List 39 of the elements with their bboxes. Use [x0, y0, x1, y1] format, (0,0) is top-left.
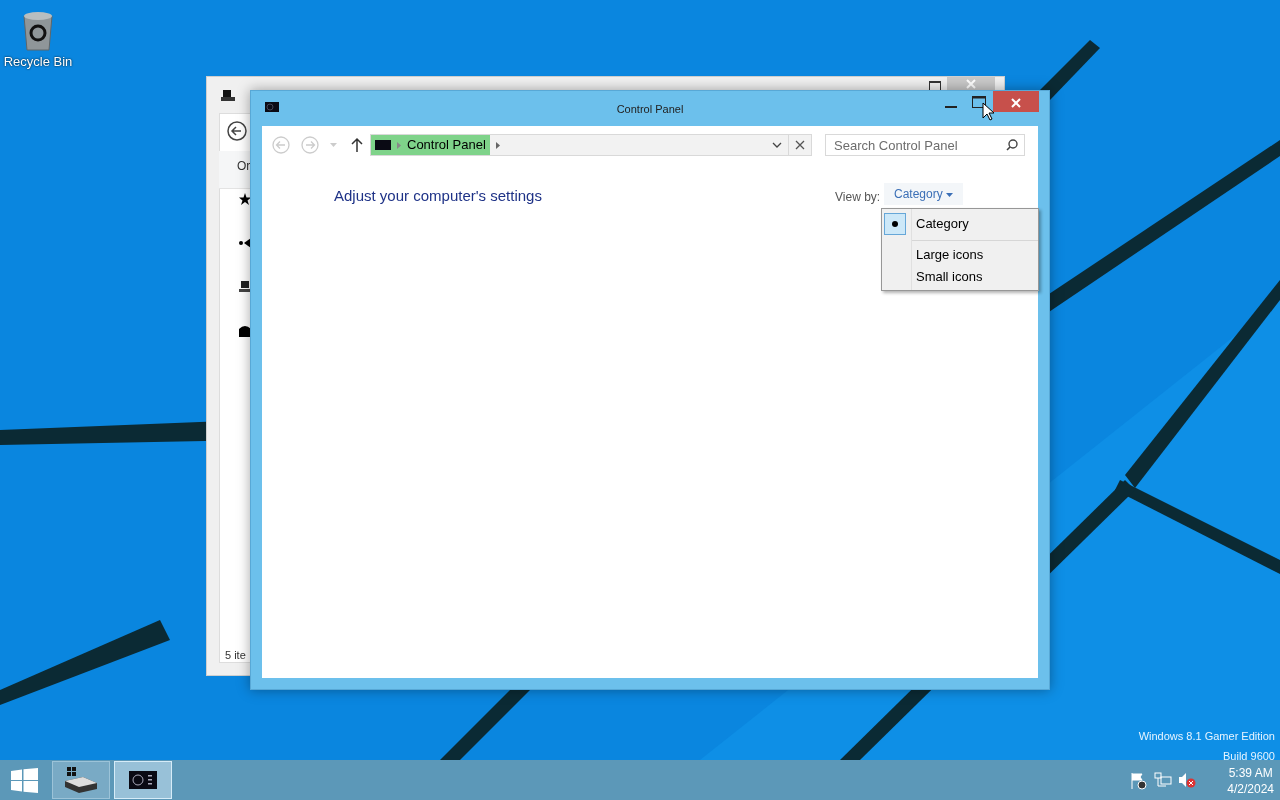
menu-item[interactable]: Large icons: [882, 244, 1038, 266]
search-field[interactable]: Search Control Panel: [825, 134, 1025, 156]
computer-icon: [221, 89, 237, 103]
address-bar[interactable]: Control Panel: [370, 134, 812, 156]
chevron-icon: [397, 141, 401, 149]
organize-menu[interactable]: Or: [237, 157, 251, 175]
close-button[interactable]: [993, 91, 1039, 112]
caret-icon: [946, 192, 954, 197]
taskbar-button[interactable]: [52, 761, 110, 799]
menu-item[interactable]: Category: [882, 211, 1038, 237]
view-by-label: View by:: [835, 189, 881, 206]
recycle-bin-label[interactable]: Recycle Bin: [3, 52, 73, 72]
muted-speaker-icon[interactable]: [1178, 772, 1196, 788]
search-icon[interactable]: [1006, 139, 1018, 151]
edition-text: Windows 8.1 Gamer Edition: [1138, 729, 1275, 744]
mouse-cursor-icon: [982, 102, 994, 121]
action-center-icon[interactable]: [1130, 772, 1148, 790]
control-panel-icon: [129, 771, 157, 789]
start-icon[interactable]: [11, 768, 38, 793]
star-icon: [239, 193, 251, 205]
maximize-icon[interactable]: [929, 81, 941, 91]
clear-icon[interactable]: [795, 140, 805, 150]
build-text: Build 9600: [1222, 749, 1275, 764]
drive-icon: [65, 767, 97, 793]
chevron-icon[interactable]: [495, 141, 500, 149]
control-panel-icon: [375, 140, 391, 150]
maximize-icon[interactable]: [972, 96, 986, 108]
view-by-dropdown[interactable]: Category: [884, 183, 964, 205]
dropdown-icon[interactable]: [772, 142, 782, 148]
computer-icon: [239, 281, 251, 293]
up-arrow-icon[interactable]: [351, 137, 363, 152]
close-icon: [1011, 98, 1021, 109]
window-title: Control Panel: [615, 102, 685, 117]
control-panel-icon: [265, 102, 279, 112]
status-text: 5 ite: [225, 648, 246, 663]
back-icon[interactable]: [227, 121, 247, 141]
network-icon: [239, 325, 251, 339]
menu-item[interactable]: Small icons: [882, 266, 1038, 288]
page-heading: Adjust your computer's settings: [334, 186, 542, 206]
